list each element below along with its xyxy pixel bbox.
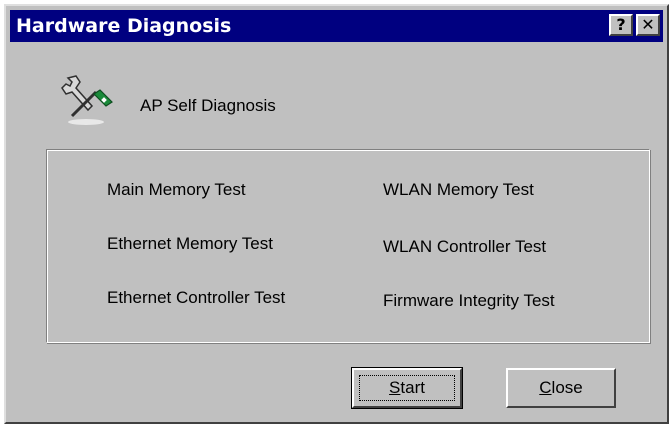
start-button[interactable]: Start <box>351 367 463 409</box>
close-button-label: Close <box>539 378 582 397</box>
close-mnemonic: C <box>539 378 552 397</box>
test-list-group: Main Memory Test Ethernet Memory Test Et… <box>46 149 650 343</box>
tools-icon <box>61 75 113 125</box>
test-label-wlan-memory: WLAN Memory Test <box>383 180 534 199</box>
close-button[interactable]: Close <box>506 368 616 408</box>
close-label-rest: lose <box>551 378 583 397</box>
test-label-wlan-controller: WLAN Controller Test <box>383 237 547 256</box>
test-label-ethernet-memory: Ethernet Memory Test <box>107 234 273 253</box>
window-title: Hardware Diagnosis <box>16 15 232 37</box>
close-window-button[interactable]: ✕ <box>636 14 660 36</box>
hardware-diagnosis-dialog: Hardware Diagnosis ? ✕ AP Self Diagnosis… <box>4 4 669 424</box>
test-label-main-memory: Main Memory Test <box>107 180 246 199</box>
start-label-rest: tart <box>400 378 425 397</box>
start-mnemonic: S <box>389 378 401 397</box>
title-bar[interactable]: Hardware Diagnosis ? ✕ <box>10 10 663 42</box>
test-label-firmware-integrity: Firmware Integrity Test <box>383 291 555 310</box>
help-button[interactable]: ? <box>609 14 633 36</box>
start-button-label: Start <box>389 378 425 397</box>
ap-self-diagnosis-label: AP Self Diagnosis <box>140 96 276 115</box>
test-label-ethernet-controller: Ethernet Controller Test <box>107 288 286 307</box>
